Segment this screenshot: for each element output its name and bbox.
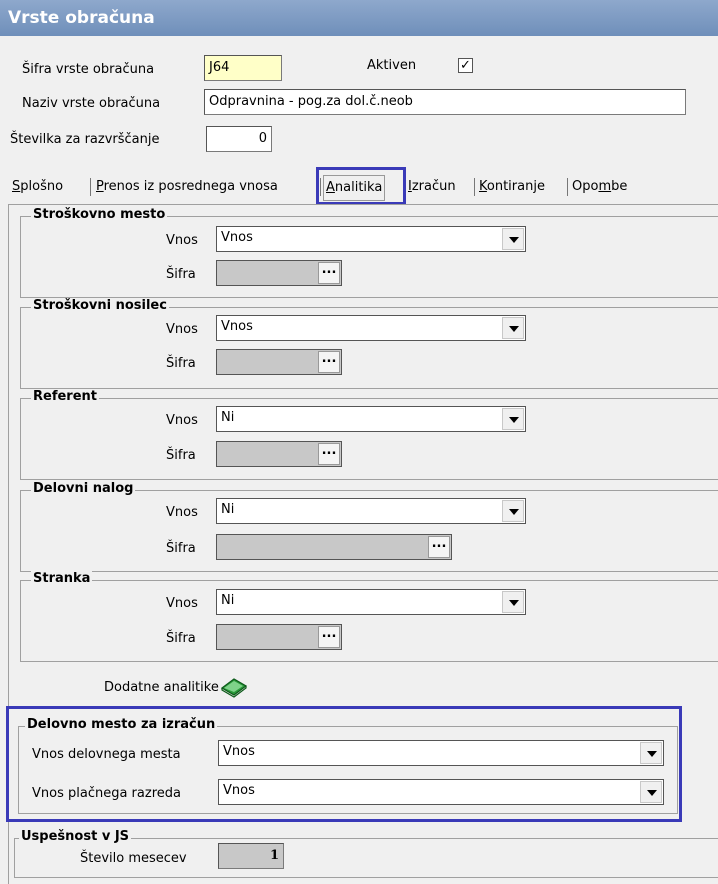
chevron-down-icon[interactable] <box>502 408 524 430</box>
vnos-label: Vnos <box>166 596 198 611</box>
ellipsis-icon[interactable]: ... <box>318 262 340 284</box>
sifra-input[interactable]: J64 <box>204 55 282 81</box>
referent-sifra-input[interactable]: ... <box>216 441 342 467</box>
tab-kontiranje[interactable]: Kontiranje <box>477 175 547 199</box>
chevron-down-icon[interactable] <box>640 742 662 764</box>
chevron-down-icon[interactable] <box>502 500 524 522</box>
stevilo-mesecev-input[interactable]: 1 <box>218 843 284 869</box>
ellipsis-icon[interactable]: ... <box>318 443 340 465</box>
sifra-label: Šifra vrste obračuna <box>22 62 155 77</box>
delovni-nalog-sifra-input[interactable]: ... <box>216 534 452 560</box>
chevron-down-icon[interactable] <box>640 781 662 803</box>
vnos-label: Vnos <box>166 233 198 248</box>
window-title: Vrste obračuna <box>0 0 718 36</box>
stroskovni-nosilec-sifra-input[interactable]: ... <box>216 349 342 375</box>
book-icon[interactable] <box>220 676 248 698</box>
group-title: Delovno mesto za izračun <box>25 717 218 732</box>
chevron-down-icon[interactable] <box>502 591 524 613</box>
stranka-sifra-input[interactable]: ... <box>216 624 342 650</box>
sifra-label: Šifra <box>166 267 196 282</box>
group-title: Delovni nalog <box>31 481 136 496</box>
stevilo-mesecev-label: Število mesecev <box>80 851 187 866</box>
aktiven-checkbox[interactable]: ✓ <box>458 58 473 73</box>
analitika-tab-highlight <box>316 167 406 205</box>
vnos-placnega-razreda-label: Vnos plačnega razreda <box>32 786 181 801</box>
vnos-label: Vnos <box>166 322 198 337</box>
sifra-label: Šifra <box>166 631 196 646</box>
aktiven-label: Aktiven <box>367 58 417 73</box>
ellipsis-icon[interactable]: ... <box>428 536 450 558</box>
ellipsis-icon[interactable]: ... <box>318 351 340 373</box>
stevilka-input[interactable]: 0 <box>206 126 272 152</box>
referent-vnos-select[interactable]: Ni <box>216 406 526 432</box>
dodatne-analitike-label: Dodatne analitike <box>104 680 219 695</box>
vnos-placnega-razreda-select[interactable]: Vnos <box>218 779 664 805</box>
stranka-vnos-select[interactable]: Ni <box>216 589 526 615</box>
vnos-label: Vnos <box>166 505 198 520</box>
stroskovno-mesto-vnos-select[interactable]: Vnos <box>216 226 526 252</box>
sifra-label: Šifra <box>166 448 196 463</box>
group-title: Uspešnost v JS <box>19 829 132 844</box>
group-title: Stranka <box>31 571 93 586</box>
naziv-label: Naziv vrste obračuna <box>22 96 161 111</box>
tab-opombe[interactable]: Opombe <box>570 175 629 199</box>
chevron-down-icon[interactable] <box>502 228 524 250</box>
naziv-input[interactable]: Odpravnina - pog.za dol.č.neob <box>204 89 686 115</box>
tab-splosno[interactable]: Splošno <box>10 175 65 199</box>
vnos-delovnega-mesta-label: Vnos delovnega mesta <box>32 747 181 762</box>
stevilka-label: Številka za razvrščanje <box>10 132 160 147</box>
delovni-nalog-vnos-select[interactable]: Ni <box>216 498 526 524</box>
stroskovno-mesto-sifra-input[interactable]: ... <box>216 260 342 286</box>
group-title: Referent <box>31 389 99 404</box>
tab-izracun[interactable]: Izračun <box>406 175 458 199</box>
vnos-label: Vnos <box>166 413 198 428</box>
stroskovni-nosilec-vnos-select[interactable]: Vnos <box>216 315 526 341</box>
group-title: Stroškovno mesto <box>31 207 168 222</box>
tab-prenos[interactable]: Prenos iz posrednega vnosa <box>94 175 280 199</box>
chevron-down-icon[interactable] <box>502 317 524 339</box>
sifra-label: Šifra <box>166 356 196 371</box>
ellipsis-icon[interactable]: ... <box>318 626 340 648</box>
sifra-label: Šifra <box>166 541 196 556</box>
group-title: Stroškovni nosilec <box>31 298 169 313</box>
vnos-delovnega-mesta-select[interactable]: Vnos <box>218 740 664 766</box>
